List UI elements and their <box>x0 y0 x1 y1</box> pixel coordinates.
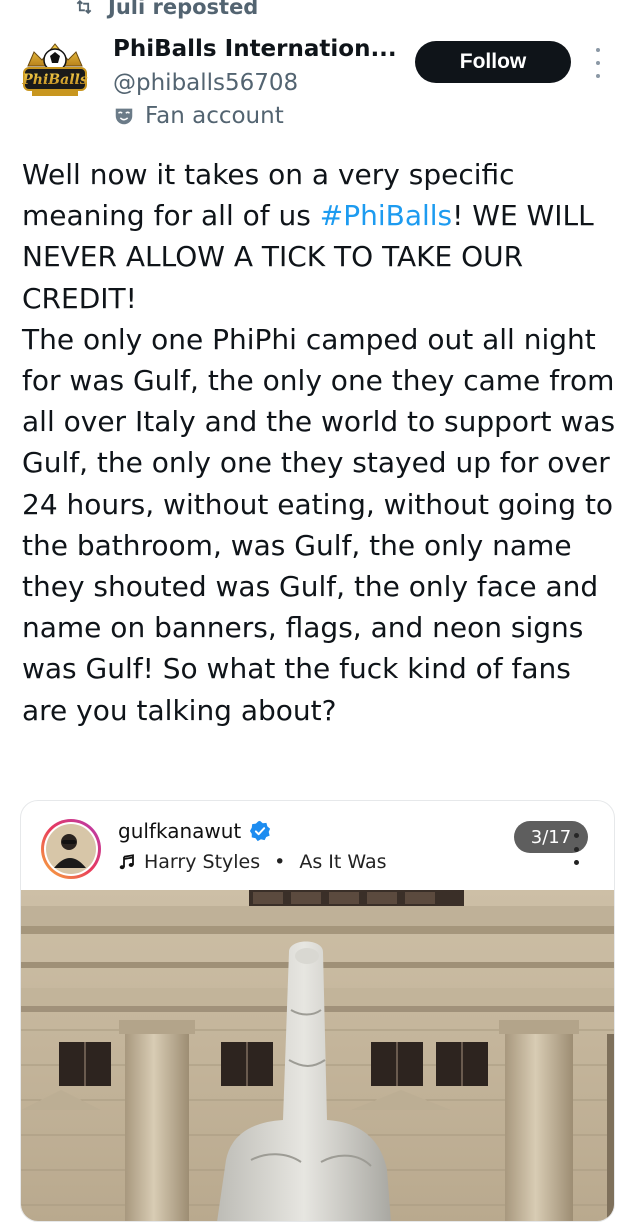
follow-button[interactable]: Follow <box>415 41 571 83</box>
tweet-paragraph-1: Well now it takes on a very specific mea… <box>22 158 594 315</box>
repost-indicator[interactable]: Juli reposted <box>74 0 258 22</box>
embed-avatar[interactable] <box>40 818 102 880</box>
embed-photo[interactable] <box>21 890 614 1222</box>
music-artist: Harry Styles <box>144 851 261 873</box>
embed-music-row[interactable]: Harry Styles • As It Was <box>118 851 387 873</box>
verified-badge-icon <box>250 820 271 842</box>
embedded-media-card[interactable]: gulfkanawut Harry Styles • As It Was 3/1… <box>20 800 615 1222</box>
music-note-icon <box>119 854 134 870</box>
fan-mask-icon <box>115 108 133 125</box>
fan-account-label: Fan account <box>145 103 284 129</box>
author-handle[interactable]: @phiballs56708 <box>113 70 298 96</box>
repost-label: Juli reposted <box>108 0 259 19</box>
media-counter-badge: 3/17 <box>514 821 588 853</box>
tweet-paragraph-2: The only one PhiPhi camped out all night… <box>22 322 616 727</box>
music-song: As It Was <box>299 851 387 873</box>
embed-username[interactable]: gulfkanawut <box>118 819 241 843</box>
tweet-text: Well now it takes on a very specific mea… <box>22 154 622 731</box>
music-separator: • <box>274 851 286 873</box>
embed-username-row: gulfkanawut <box>118 819 271 843</box>
more-options-icon[interactable] <box>588 48 608 78</box>
repost-icon <box>76 0 92 15</box>
author-display-name[interactable]: PhiBalls Internation... <box>113 36 403 62</box>
avatar-logo-text: PhiBalls <box>21 72 88 88</box>
fan-account-badge: Fan account <box>113 103 284 129</box>
author-avatar[interactable]: PhiBalls <box>20 38 90 108</box>
hashtag-link[interactable]: #PhiBalls <box>320 199 452 232</box>
